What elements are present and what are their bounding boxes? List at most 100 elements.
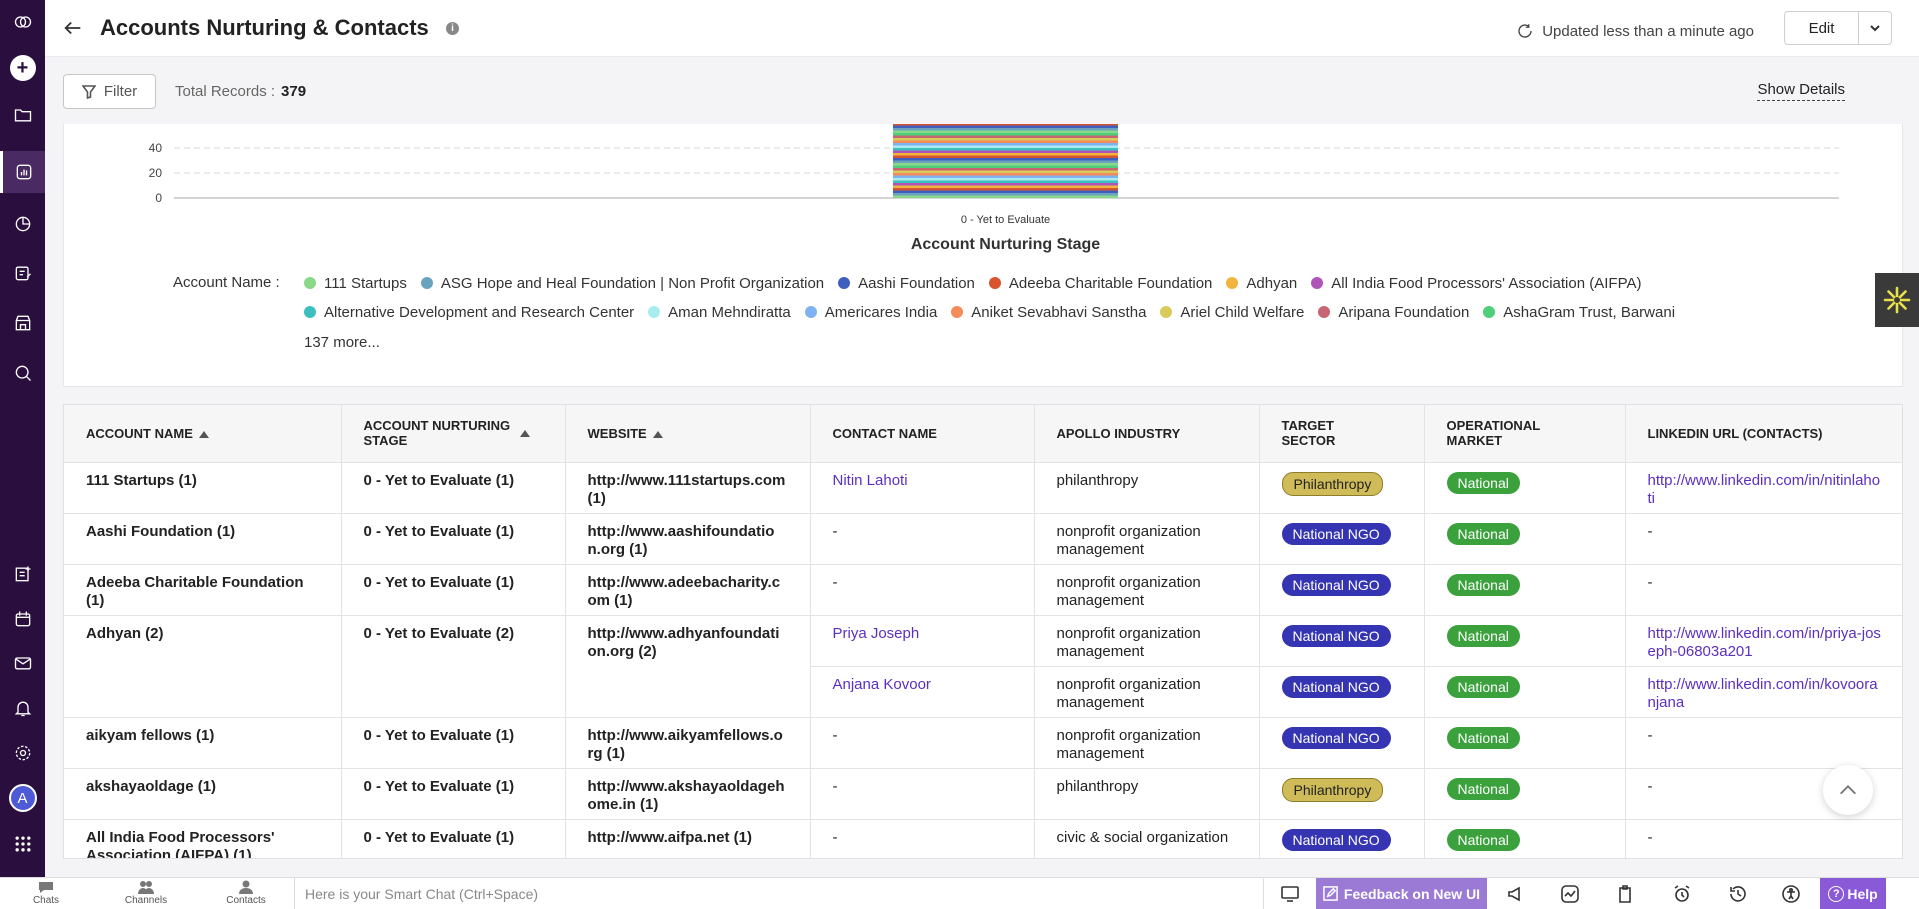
column-header-operational-market[interactable]: Operational Market (1424, 405, 1626, 463)
create-new-button[interactable]: + (0, 50, 45, 86)
gear-icon[interactable] (0, 735, 45, 771)
feedback-label: Feedback on New UI (1343, 885, 1481, 902)
cell-account-name[interactable]: akshayaoldage (1) (64, 768, 342, 820)
filter-bar: Filter Total Records : 379 Show Details (45, 57, 1919, 124)
channels-tab[interactable]: Channels (106, 880, 186, 906)
cell-account-name[interactable]: Aashi Foundation (1) (64, 513, 342, 565)
legend-item[interactable]: ASG Hope and Heal Foundation | Non Profi… (420, 274, 824, 292)
legend-more-link[interactable]: 137 more... (304, 334, 380, 351)
column-header-target-sector[interactable]: Target Sector (1259, 405, 1425, 463)
legend-item[interactable]: 111 Startups (304, 274, 407, 292)
legend-item[interactable]: Ariel Child Welfare (1160, 303, 1304, 321)
cell-account-name[interactable]: Adeeba Charitable Foundation (1) (64, 564, 342, 616)
column-header-nurturing-stage[interactable]: Account Nurturing Stage (341, 405, 566, 463)
feedback-button[interactable]: Feedback on New UI (1316, 878, 1487, 909)
cell-account-name[interactable]: 111 Startups (1) (64, 462, 342, 514)
bar-segment (893, 140, 1118, 143)
folder-icon[interactable] (0, 97, 45, 133)
apps-grid-icon[interactable] (0, 826, 45, 862)
cell-contact-name[interactable]: Priya Joseph (810, 615, 1035, 667)
cell-linkedin-url[interactable]: http://www.linkedin.com/in/priya-joseph-… (1625, 615, 1902, 667)
tasks-icon[interactable] (0, 255, 45, 291)
column-header-website[interactable]: Website (565, 405, 811, 463)
reports-icon[interactable] (0, 151, 45, 193)
linkedin-link[interactable]: http://www.linkedin.com/in/kovooranjana (1648, 676, 1878, 711)
cell-account-name[interactable]: aikyam fellows (1) (64, 717, 342, 769)
calendar-icon[interactable] (0, 601, 45, 637)
linkedin-link[interactable]: http://www.linkedin.com/in/priya-joseph-… (1648, 625, 1881, 660)
cell-account-name[interactable]: All India Food Processors' Association (… (64, 819, 342, 858)
cell-target-sector: National NGO (1259, 564, 1425, 616)
legend-item[interactable]: Adhyan (1226, 274, 1297, 292)
legend-item[interactable]: Aman Mehndiratta (648, 303, 791, 321)
activity-icon[interactable] (1560, 884, 1580, 904)
megaphone-icon[interactable] (1506, 884, 1526, 904)
edit-button[interactable]: Edit (1785, 12, 1859, 44)
alarm-icon[interactable] (1672, 884, 1692, 904)
store-icon[interactable] (0, 305, 45, 341)
cell-website[interactable]: http://www.aikyamfellows.org (1) (565, 717, 811, 769)
contact-link[interactable]: Anjana Kovoor (833, 676, 931, 693)
legend-item[interactable]: Adeeba Charitable Foundation (988, 274, 1212, 292)
bell-icon[interactable] (0, 690, 45, 726)
legend-item[interactable]: Alternative Development and Research Cen… (304, 303, 634, 321)
cell-website[interactable]: http://www.adhyanfoundation.org (2) (565, 615, 811, 718)
app-logo-icon[interactable] (0, 4, 45, 40)
contact-link[interactable]: Priya Joseph (833, 625, 920, 642)
history-icon[interactable] (1728, 884, 1748, 904)
legend-item[interactable]: AshaGram Trust, Barwani (1483, 303, 1675, 321)
cell-website[interactable]: http://www.akshayaoldagehome.in (1) (565, 768, 811, 820)
legend-item[interactable]: Aniket Sevabhavi Sanstha (951, 303, 1146, 321)
bar-segment (893, 163, 1118, 166)
assistant-tab[interactable] (1875, 273, 1919, 327)
contact-link[interactable]: Nitin Lahoti (833, 472, 908, 489)
scroll-to-top-button[interactable] (1823, 765, 1873, 815)
refresh-status[interactable]: Updated less than a minute ago (1516, 22, 1754, 40)
back-arrow-icon[interactable] (62, 17, 84, 39)
search-insights-icon[interactable] (0, 355, 45, 391)
legend-item[interactable]: All India Food Processors' Association (… (1311, 274, 1641, 292)
show-details-link[interactable]: Show Details (1757, 81, 1845, 101)
chats-tab[interactable]: Chats (6, 880, 86, 906)
bar-segment (893, 160, 1118, 163)
bar-segment (893, 170, 1118, 173)
edit-dropdown-button[interactable] (1859, 12, 1891, 44)
legend-dot-icon (951, 306, 964, 318)
cell-linkedin-url[interactable]: http://www.linkedin.com/in/nitinlahoti (1625, 462, 1902, 514)
column-header-account-name[interactable]: Account Name (64, 405, 342, 463)
cell-contact-name[interactable]: Anjana Kovoor (810, 666, 1035, 718)
info-icon[interactable]: i (446, 22, 459, 35)
cell-linkedin-url: - (1625, 564, 1902, 616)
mail-icon[interactable] (0, 645, 45, 681)
legend-item[interactable]: Aashi Foundation (838, 274, 975, 292)
column-header-linkedin-url[interactable]: LinkedIn URL (Contacts) (1625, 405, 1902, 463)
column-header-apollo-industry[interactable]: Apollo Industry (1034, 405, 1260, 463)
contacts-tab[interactable]: Contacts (206, 880, 286, 906)
notes-icon[interactable] (0, 556, 45, 592)
cell-contact-name[interactable]: Nitin Lahoti (810, 462, 1035, 514)
cell-website[interactable]: http://www.111startups.com (1) (565, 462, 811, 514)
cell-website[interactable]: http://www.adeebacharity.com (1) (565, 564, 811, 616)
screen-share-icon[interactable] (1280, 884, 1300, 904)
legend-item[interactable]: Americares India (804, 303, 937, 321)
linkedin-link[interactable]: http://www.linkedin.com/in/nitinlahoti (1648, 472, 1881, 507)
cell-website[interactable]: http://www.aashifoundation.org (1) (565, 513, 811, 565)
accessibility-icon[interactable] (1781, 884, 1801, 904)
column-header-contact-name[interactable]: Contact Name (810, 405, 1035, 463)
cell-account-name[interactable]: Adhyan (2) (64, 615, 342, 718)
user-avatar-button[interactable]: A (0, 780, 45, 816)
help-button[interactable]: ? Help (1820, 878, 1886, 909)
filter-button[interactable]: Filter (63, 74, 156, 109)
cell-linkedin-url[interactable]: http://www.linkedin.com/in/kovooranjana (1625, 666, 1902, 718)
cell-website[interactable]: http://www.aifpa.net (1) (565, 819, 811, 858)
clipboard-icon[interactable] (1615, 884, 1635, 904)
contact-icon (239, 880, 253, 894)
channels-label: Channels (124, 895, 168, 906)
smart-chat-input[interactable]: Here is your Smart Chat (Ctrl+Space) (294, 878, 1264, 909)
legend-label: Adhyan (1246, 274, 1298, 292)
legend-item[interactable]: Aripana Foundation (1318, 303, 1469, 321)
edit-icon (1323, 886, 1338, 901)
analytics-icon[interactable] (0, 206, 45, 242)
tag-badge: National (1446, 471, 1520, 494)
funnel-icon (81, 84, 96, 99)
